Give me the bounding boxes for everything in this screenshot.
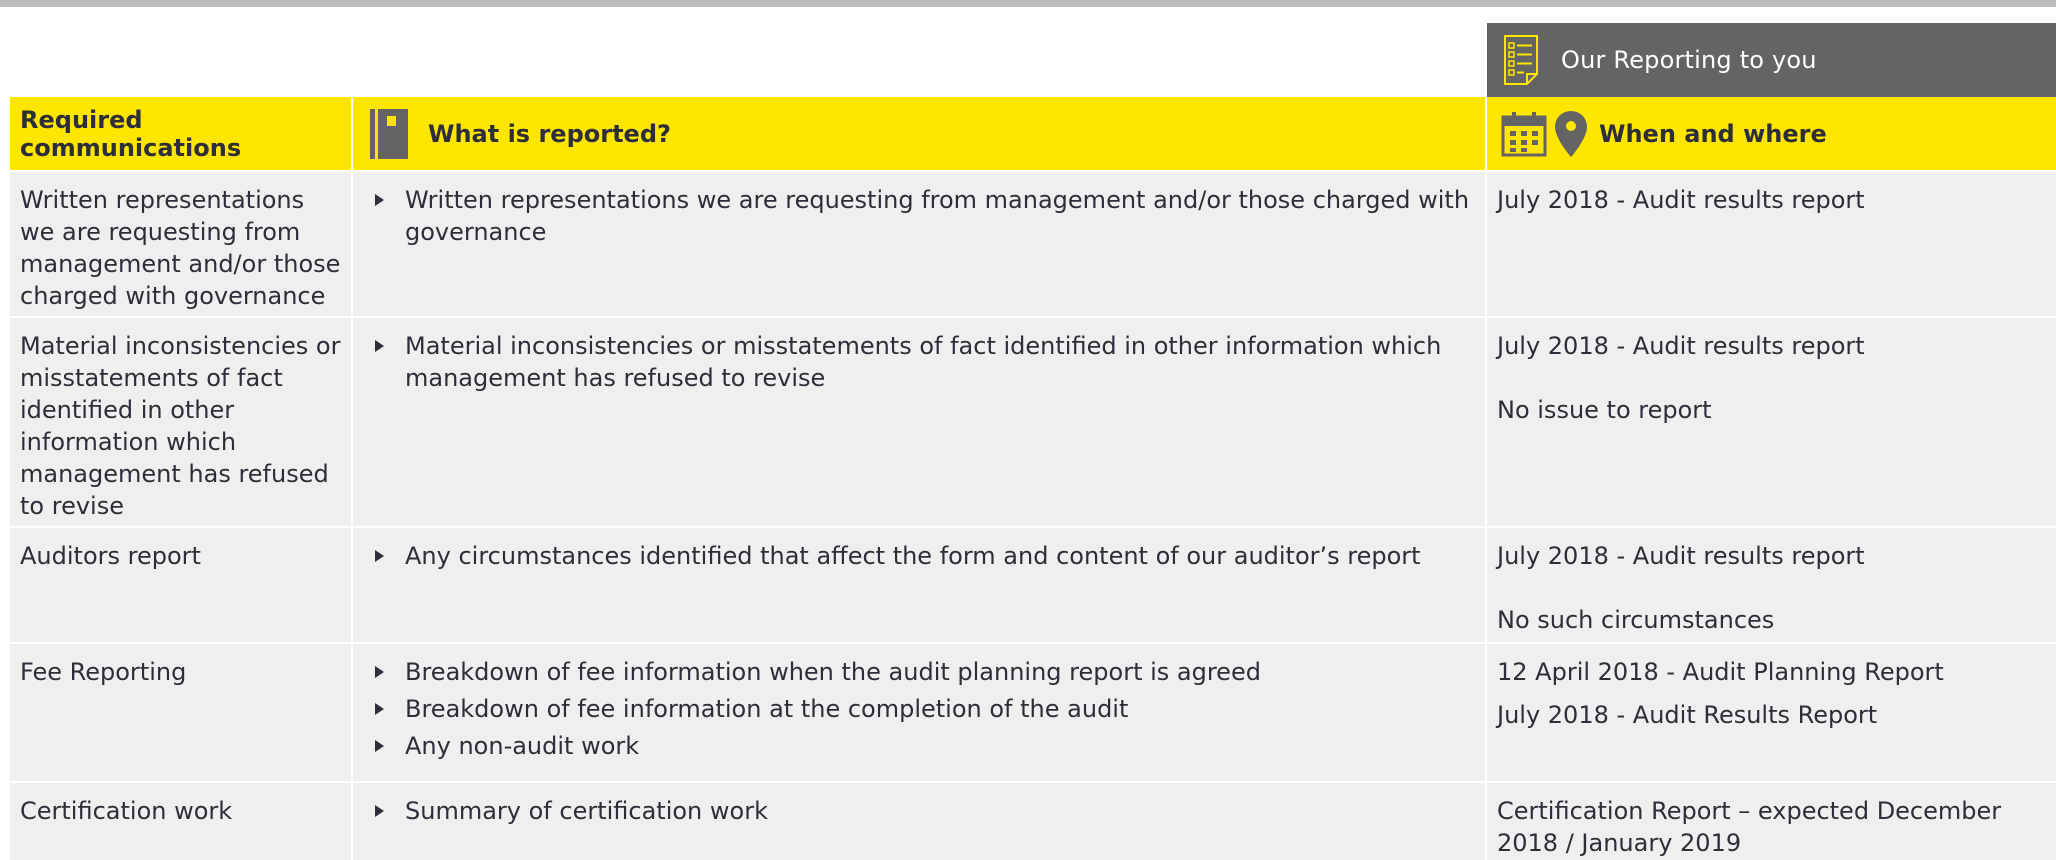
list-item: Breakdown of fee information when the au… bbox=[369, 656, 1473, 688]
top-rule bbox=[0, 0, 2056, 7]
row-2-name-cell: Material inconsistencies or misstatement… bbox=[10, 318, 351, 526]
row-1-what-cell: Written representations we are requestin… bbox=[353, 172, 1485, 316]
list-item-text: Material inconsistencies or misstatement… bbox=[405, 332, 1442, 392]
row-name: Certification work bbox=[20, 797, 233, 825]
header-when-label: When and where bbox=[1599, 119, 1827, 148]
row-2-when-cell: July 2018 - Audit results report No issu… bbox=[1487, 318, 2056, 526]
row-2-what-cell: Material inconsistencies or misstatement… bbox=[353, 318, 1485, 526]
row-5-what-cell: Summary of certification work bbox=[353, 783, 1485, 860]
when-text: July 2018 - Audit Results Report bbox=[1497, 701, 1878, 729]
list-item-text: Written representations we are requestin… bbox=[405, 186, 1470, 246]
bullet-arrow-icon bbox=[375, 550, 384, 562]
list-item-text: Breakdown of fee information at the comp… bbox=[405, 695, 1129, 723]
header-what-is-reported: What is reported? bbox=[353, 97, 1485, 170]
row-name: Fee Reporting bbox=[20, 658, 187, 686]
list-item: Summary of certification work bbox=[369, 795, 1473, 827]
reporting-banner-title: Our Reporting to you bbox=[1561, 46, 1817, 74]
when-text: No such circumstances bbox=[1497, 606, 1775, 634]
row-4-when-cell: 12 April 2018 - Audit Planning Report Ju… bbox=[1487, 644, 2056, 781]
checklist-icon bbox=[1503, 34, 1539, 86]
reporting-banner: Our Reporting to you bbox=[1487, 23, 2056, 97]
row-3-name-cell: Auditors report bbox=[10, 528, 351, 642]
when-text: July 2018 - Audit results report bbox=[1497, 186, 1865, 214]
list-item: Material inconsistencies or misstatement… bbox=[369, 330, 1473, 394]
header-when-and-where: When and where bbox=[1487, 97, 2056, 170]
list-item: Breakdown of fee information at the comp… bbox=[369, 693, 1473, 725]
row-name: Auditors report bbox=[20, 542, 201, 570]
calendar-icon bbox=[1501, 111, 1547, 157]
row-3-what-cell: Any circumstances identified that affect… bbox=[353, 528, 1485, 642]
header-what-label: What is reported? bbox=[428, 119, 671, 148]
row-1-name-cell: Written representations we are requestin… bbox=[10, 172, 351, 316]
when-text: Certification Report – expected December… bbox=[1497, 797, 2002, 857]
list-item-text: Any non-audit work bbox=[405, 732, 640, 760]
list-item-text: Breakdown of fee information when the au… bbox=[405, 658, 1261, 686]
location-pin-icon bbox=[1555, 110, 1587, 157]
bullet-arrow-icon bbox=[375, 740, 384, 752]
bullet-arrow-icon bbox=[375, 340, 384, 352]
row-4-name-cell: Fee Reporting bbox=[10, 644, 351, 781]
row-3-when-cell: July 2018 - Audit results report No such… bbox=[1487, 528, 2056, 642]
row-4-what-cell: Breakdown of fee information when the au… bbox=[353, 644, 1485, 781]
bullet-arrow-icon bbox=[375, 666, 384, 678]
row-5-name-cell: Certification work bbox=[10, 783, 351, 860]
when-text: 12 April 2018 - Audit Planning Report bbox=[1497, 658, 1944, 686]
bullet-arrow-icon bbox=[375, 703, 384, 715]
list-item-text: Any circumstances identified that affect… bbox=[405, 542, 1421, 570]
header-required-communications: Required communications bbox=[10, 97, 351, 170]
list-item-text: Summary of certification work bbox=[405, 797, 768, 825]
row-1-when-cell: July 2018 - Audit results report bbox=[1487, 172, 2056, 316]
list-item: Written representations we are requestin… bbox=[369, 184, 1473, 248]
when-text: July 2018 - Audit results report bbox=[1497, 542, 1865, 570]
notebook-icon bbox=[370, 108, 408, 159]
header-required-label: Required communications bbox=[20, 105, 242, 162]
row-5-when-cell: Certification Report – expected December… bbox=[1487, 783, 2056, 860]
list-item: Any circumstances identified that affect… bbox=[369, 540, 1473, 572]
row-name: Written representations we are requestin… bbox=[20, 186, 341, 310]
bullet-arrow-icon bbox=[375, 805, 384, 817]
list-item: Any non-audit work bbox=[369, 730, 1473, 762]
row-name: Material inconsistencies or misstatement… bbox=[20, 332, 341, 520]
when-text: July 2018 - Audit results report bbox=[1497, 332, 1865, 360]
when-text: No issue to report bbox=[1497, 396, 1712, 424]
bullet-arrow-icon bbox=[375, 194, 384, 206]
